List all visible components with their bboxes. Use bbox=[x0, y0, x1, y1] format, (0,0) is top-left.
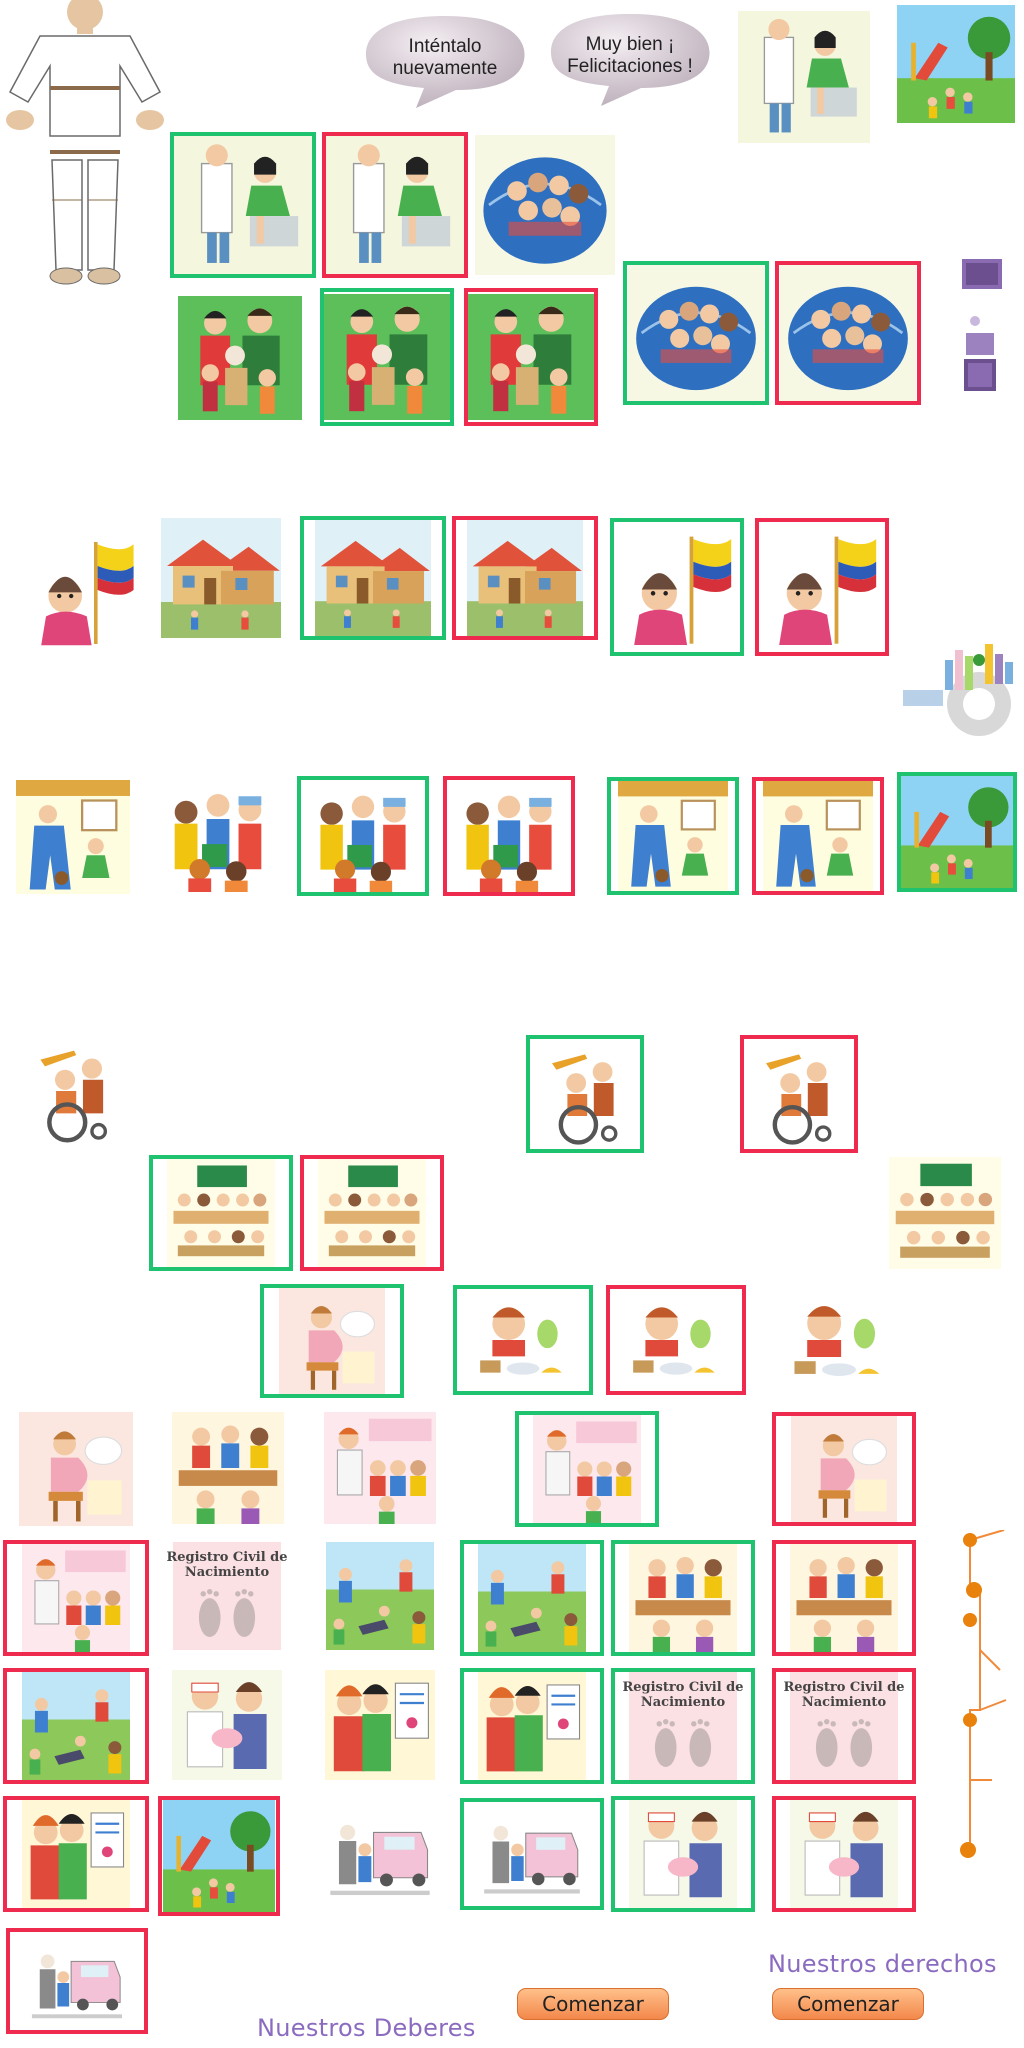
globe-image[interactable] bbox=[475, 134, 615, 276]
eating-image[interactable] bbox=[776, 1287, 902, 1393]
flag-girl-image[interactable] bbox=[22, 520, 142, 660]
nurse-image[interactable] bbox=[158, 1670, 296, 1780]
family-image[interactable] bbox=[178, 292, 302, 424]
wheelchair-image[interactable] bbox=[18, 1035, 130, 1147]
family-card-wrong[interactable] bbox=[464, 288, 598, 426]
try-again-text: Inténtalo nuevamente bbox=[392, 36, 498, 79]
teacher-card-wrong[interactable] bbox=[3, 1540, 149, 1656]
field-card-correct[interactable] bbox=[460, 1540, 604, 1656]
orange-path-icon bbox=[950, 1529, 1010, 1860]
house-image[interactable] bbox=[150, 518, 292, 638]
sign-image[interactable] bbox=[310, 1670, 450, 1780]
meeting-card-correct[interactable] bbox=[611, 1540, 755, 1656]
classroom-card-wrong[interactable] bbox=[300, 1155, 444, 1271]
kids-image[interactable] bbox=[155, 778, 281, 892]
sign-card-wrong[interactable] bbox=[3, 1796, 149, 1912]
crossing-card-wrong[interactable] bbox=[6, 1928, 148, 2034]
doctor-card-correct[interactable] bbox=[170, 132, 316, 278]
sign-card-correct[interactable] bbox=[460, 1668, 604, 1784]
house-card-correct[interactable] bbox=[300, 516, 446, 640]
registro-label: Registro Civil de Nacimiento bbox=[783, 1680, 905, 1710]
registro-image[interactable]: Registro Civil de Nacimiento bbox=[158, 1542, 296, 1650]
nurse-card-correct[interactable] bbox=[611, 1796, 755, 1912]
doctor-card-wrong[interactable] bbox=[322, 132, 468, 278]
kids-card-correct[interactable] bbox=[297, 776, 429, 896]
park-image[interactable] bbox=[888, 5, 1024, 123]
registro-card-wrong[interactable]: Registro Civil de Nacimiento bbox=[772, 1668, 916, 1784]
rights-title: Nuestros derechos bbox=[768, 1950, 997, 1978]
school-card-wrong[interactable] bbox=[752, 777, 884, 895]
kids-card-wrong[interactable] bbox=[443, 776, 575, 896]
wheelchair-card-correct[interactable] bbox=[526, 1035, 644, 1153]
globe-card-wrong[interactable] bbox=[775, 261, 921, 405]
pregnant-image[interactable] bbox=[10, 1412, 142, 1526]
start-button-left[interactable]: Comenzar bbox=[517, 1988, 669, 2020]
nurse-card-wrong[interactable] bbox=[772, 1796, 916, 1912]
classroom-image[interactable] bbox=[875, 1157, 1015, 1269]
flag-card-wrong[interactable] bbox=[755, 518, 889, 656]
city-wheel-icon bbox=[893, 640, 1019, 740]
classroom-card-correct[interactable] bbox=[149, 1155, 293, 1271]
field-card-wrong[interactable] bbox=[3, 1668, 149, 1784]
teacher-image[interactable] bbox=[310, 1412, 450, 1524]
flag-card-correct[interactable] bbox=[610, 518, 744, 656]
house-card-wrong[interactable] bbox=[452, 516, 598, 640]
crossing-image[interactable] bbox=[310, 1800, 450, 1908]
costume-figure-icon bbox=[0, 0, 170, 290]
well-done-text: Muy bien ¡ Felicitaciones ! bbox=[567, 34, 693, 77]
school-card-correct[interactable] bbox=[607, 777, 739, 895]
globe-card-correct[interactable] bbox=[623, 261, 769, 405]
meeting-card-wrong[interactable] bbox=[772, 1540, 916, 1656]
doctor-image[interactable] bbox=[738, 7, 870, 147]
registro-card-correct[interactable]: Registro Civil de Nacimiento bbox=[611, 1668, 755, 1784]
well-done-bubble: Muy bien ¡ Felicitaciones ! bbox=[545, 8, 715, 108]
duties-title: Nuestros Deberes bbox=[257, 2014, 476, 2042]
teacher-card-correct[interactable] bbox=[515, 1411, 659, 1527]
registro-label: Registro Civil de Nacimiento bbox=[166, 1550, 288, 1580]
eating-card-correct[interactable] bbox=[453, 1285, 593, 1395]
park-card-wrong[interactable] bbox=[158, 1796, 280, 1916]
registro-label: Registro Civil de Nacimiento bbox=[622, 1680, 744, 1710]
try-again-bubble: Inténtalo nuevamente bbox=[360, 10, 530, 110]
park-card-correct[interactable] bbox=[897, 772, 1017, 892]
purple-shapes-icon bbox=[958, 255, 1006, 400]
crossing-card-correct[interactable] bbox=[460, 1798, 604, 1910]
school-image[interactable] bbox=[10, 780, 136, 894]
wheelchair-card-wrong[interactable] bbox=[740, 1035, 858, 1153]
family-card-correct[interactable] bbox=[320, 288, 454, 426]
field-image[interactable] bbox=[310, 1542, 450, 1650]
pregnant-card-wrong[interactable] bbox=[772, 1412, 916, 1526]
pregnant-card-correct[interactable] bbox=[260, 1284, 404, 1398]
start-button-right[interactable]: Comenzar bbox=[772, 1988, 924, 2020]
eating-card-wrong[interactable] bbox=[606, 1285, 746, 1395]
meeting-image[interactable] bbox=[158, 1412, 298, 1524]
